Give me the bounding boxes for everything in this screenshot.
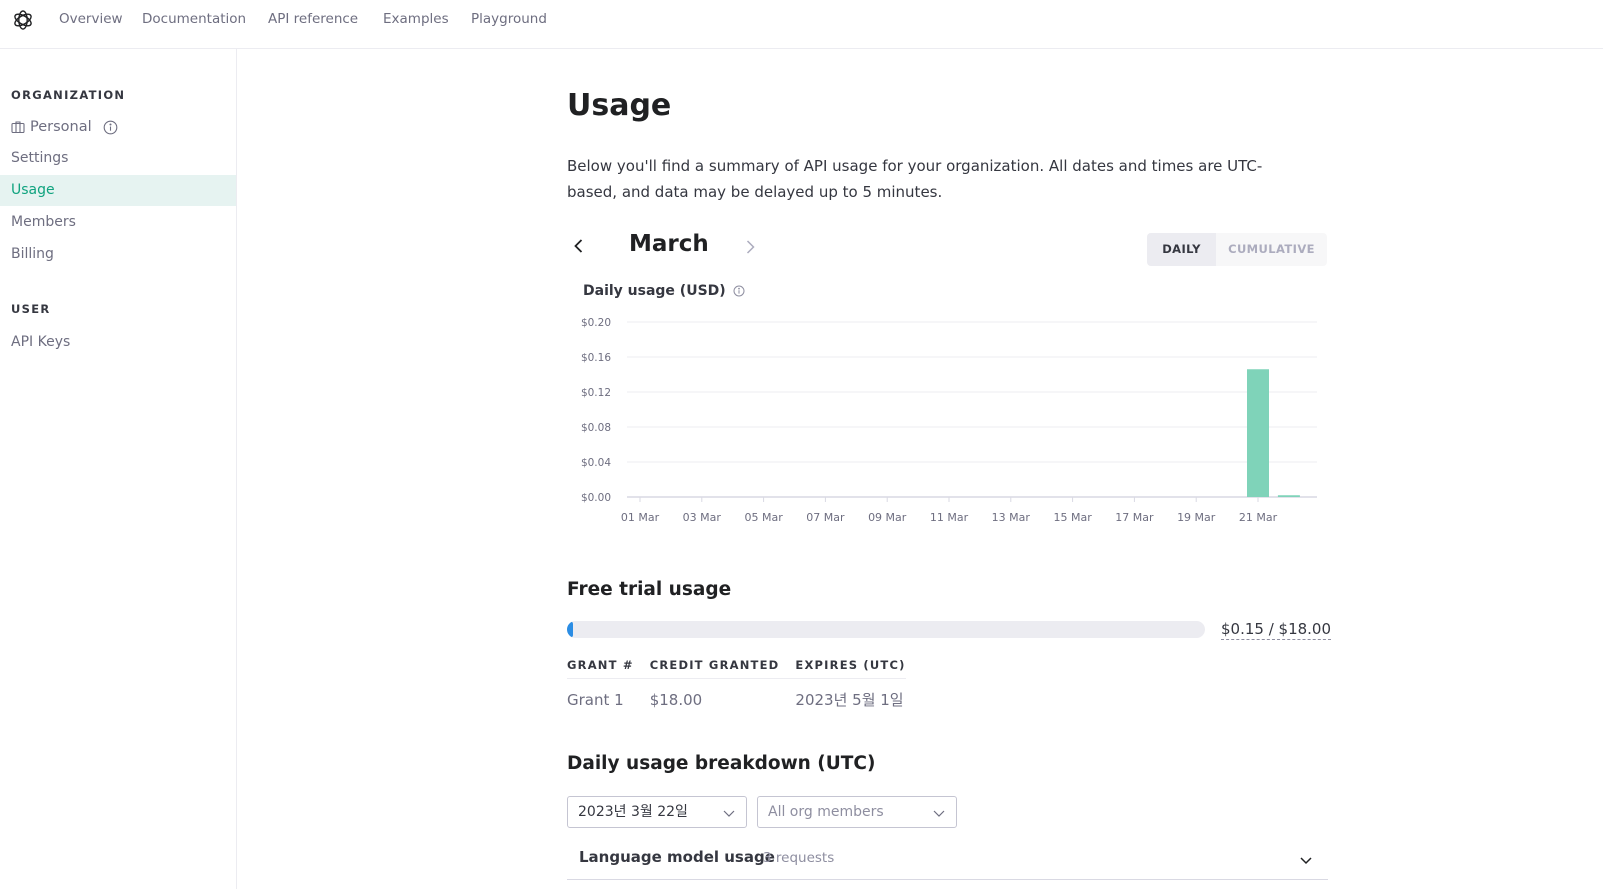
x-tick-label: 09 Mar [868, 511, 907, 524]
nav-examples[interactable]: Examples [383, 11, 449, 27]
progress-text[interactable]: $0.15 / $18.00 [1221, 620, 1332, 640]
chart-bar [1277, 495, 1300, 497]
chart-title: Daily usage (USD) [583, 283, 726, 299]
y-tick-label: $0.12 [581, 387, 611, 399]
daily-usage-chart: $0.00 $0.04 $0.08 $0.12 $0.16 $0.20 01 Mar 03 M… [581, 317, 1317, 524]
openai-logo-icon[interactable] [11, 8, 35, 32]
x-tick-label: 13 Mar [992, 511, 1031, 524]
org-name: Personal [30, 119, 92, 135]
page-description: Below you'll find a summary of API usage… [567, 157, 1263, 201]
nav-documentation[interactable]: Documentation [142, 11, 246, 27]
chevron-right-icon[interactable] [740, 237, 760, 257]
chart-title-row: Daily usage (USD) [583, 283, 745, 299]
toggle-daily[interactable]: DAILY [1147, 233, 1216, 266]
chevron-down-icon [723, 810, 735, 817]
x-tick-label: 05 Mar [744, 511, 783, 524]
progress-fill [567, 621, 573, 638]
table-cell: $18.00 [649, 690, 703, 709]
page-title: Usage [567, 88, 672, 123]
org-selector[interactable]: Personal [11, 117, 118, 137]
date-select[interactable]: 2023년 3월 22일 [567, 796, 747, 828]
sidebar-item-members[interactable]: Members [0, 207, 236, 238]
request-count: 3 requests [763, 850, 835, 866]
sidebar-item-billing[interactable]: Billing [0, 239, 236, 270]
y-tick-label: $0.00 [581, 492, 611, 504]
grant-table-header: GRANT # CREDIT GRANTED EXPIRES (UTC) [567, 654, 906, 679]
x-tick-label: 15 Mar [1053, 511, 1092, 524]
table-row: Grant 1 $18.00 2023년 5월 1일 [567, 679, 906, 711]
sidebar-item-usage[interactable]: Usage [0, 175, 236, 206]
column-header: CREDIT GRANTED [649, 654, 796, 679]
user-heading: USER [11, 302, 51, 316]
member-select-value: All org members [768, 804, 884, 820]
language-model-usage-accordion[interactable]: Language model usage 3 requests [567, 840, 1328, 880]
x-tick-label: 17 Mar [1115, 511, 1154, 524]
toggle-cumulative[interactable]: CUMULATIVE [1216, 233, 1327, 266]
x-tick-label: 21 Mar [1239, 511, 1278, 524]
top-nav: Overview Documentation API reference Exa… [0, 0, 1603, 49]
sidebar-item-settings[interactable]: Settings [0, 143, 236, 174]
briefcase-icon [11, 121, 25, 134]
y-tick-label: $0.08 [581, 422, 611, 434]
y-tick-label: $0.04 [581, 457, 611, 469]
sidebar: ORGANIZATION Personal Settings Usage Mem… [0, 49, 237, 889]
grant-table: GRANT # CREDIT GRANTED EXPIRES (UTC) Gra… [567, 654, 906, 710]
y-tick-label: $0.16 [581, 352, 611, 364]
column-header: GRANT # [567, 654, 650, 679]
x-tick-label: 11 Mar [930, 511, 969, 524]
info-icon[interactable] [103, 120, 118, 135]
date-select-value: 2023년 3월 22일 [578, 804, 688, 820]
nav-overview[interactable]: Overview [59, 11, 123, 27]
nav-playground[interactable]: Playground [471, 11, 547, 27]
breakdown-title: Daily usage breakdown (UTC) [567, 753, 876, 774]
chevron-left-icon[interactable] [569, 236, 589, 256]
view-toggle: DAILY CUMULATIVE [1147, 233, 1327, 266]
chevron-down-icon [933, 810, 945, 817]
month-label: March [629, 231, 709, 257]
x-tick-label: 07 Mar [806, 511, 845, 524]
chevron-down-icon [1300, 857, 1312, 865]
table-cell: 2023년 5월 1일 [795, 691, 904, 709]
free-trial-progress [567, 621, 1205, 638]
x-tick-label: 01 Mar [621, 511, 660, 524]
nav-api-reference[interactable]: API reference [268, 11, 358, 27]
accordion-title: Language model usage [579, 848, 775, 866]
x-tick-label: 03 Mar [683, 511, 722, 524]
organization-heading: ORGANIZATION [11, 88, 126, 102]
sidebar-item-api-keys[interactable]: API Keys [0, 327, 236, 358]
column-header: EXPIRES (UTC) [795, 654, 906, 679]
member-select[interactable]: All org members [757, 796, 957, 828]
table-cell: Grant 1 [567, 690, 624, 709]
x-tick-label: 19 Mar [1177, 511, 1216, 524]
chart-bar [1247, 369, 1269, 497]
free-trial-title: Free trial usage [567, 579, 732, 600]
info-icon[interactable] [733, 285, 745, 297]
y-tick-label: $0.20 [581, 317, 611, 329]
